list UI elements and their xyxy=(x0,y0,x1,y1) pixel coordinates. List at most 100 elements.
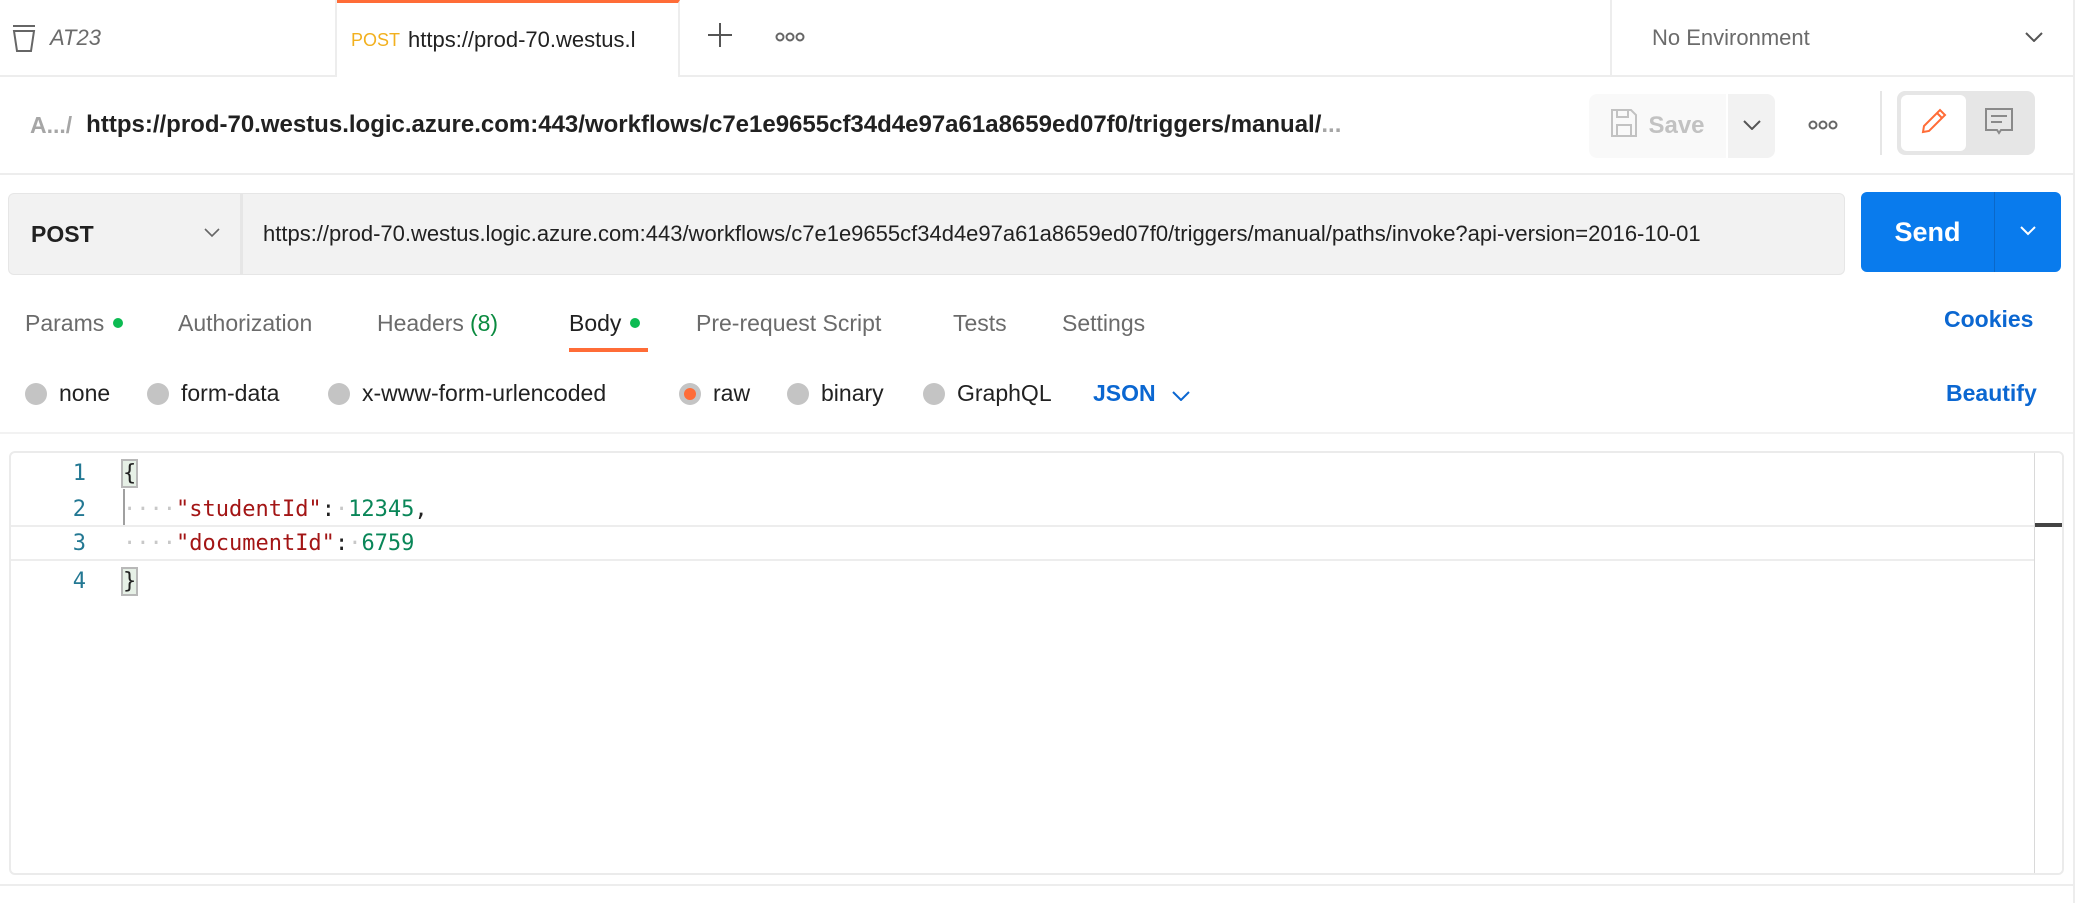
tab-label: Headers xyxy=(377,309,464,336)
status-dot xyxy=(113,318,124,328)
divider xyxy=(0,432,2073,434)
method-select[interactable]: POST xyxy=(8,193,241,275)
code-line: 2 ····"studentId":·12345, xyxy=(11,491,2037,527)
comment-icon xyxy=(1984,106,2014,141)
code-content: ····"studentId":·12345, xyxy=(123,497,428,522)
tab-label: Authorization xyxy=(178,309,313,336)
tab-options-button[interactable] xyxy=(760,0,820,75)
active-tab-indicator xyxy=(569,348,648,352)
whitespace: ···· xyxy=(123,530,176,556)
tab-method: POST xyxy=(351,29,401,50)
json-value: 6759 xyxy=(361,530,415,556)
request-name-ellipsis: ... xyxy=(1321,111,1342,138)
code-line-current: 3 ····"documentId":·6759 xyxy=(11,525,2037,561)
tab-pre-request-script[interactable]: Pre-request Script xyxy=(696,306,881,340)
tab-request-active[interactable]: POST https://prod-70.westus.l xyxy=(337,0,680,77)
body-format-label: JSON xyxy=(1093,380,1156,406)
body-type-raw[interactable]: raw xyxy=(679,380,750,407)
send-options-button[interactable] xyxy=(1995,192,2061,272)
tab-authorization[interactable]: Authorization xyxy=(178,306,312,340)
tab-label: Body xyxy=(569,309,622,336)
body-type-form-data[interactable]: form-data xyxy=(147,380,279,407)
tab-fade xyxy=(648,3,678,77)
radio-label: raw xyxy=(713,380,751,406)
request-name[interactable]: https://prod-70.westus.logic.azure.com:4… xyxy=(86,111,1321,139)
body-type-urlencoded[interactable]: x-www-form-urlencoded xyxy=(328,380,606,407)
url-input[interactable]: https://prod-70.westus.logic.azure.com:4… xyxy=(241,193,1845,275)
tab-settings[interactable]: Settings xyxy=(1062,306,1145,340)
environment-select[interactable]: No Environment xyxy=(1610,0,2073,75)
tab-bar: AT23 POST https://prod-70.westus.l No En… xyxy=(0,0,2073,77)
radio-button[interactable] xyxy=(923,382,945,405)
body-editor[interactable]: 1 { 2 ····"studentId":·12345, 3 ····"doc… xyxy=(9,451,2064,875)
whitespace: · xyxy=(348,530,362,556)
chevron-down-icon xyxy=(1171,380,1190,407)
chevron-down-icon xyxy=(1742,117,1761,135)
chevron-down-icon xyxy=(204,225,220,243)
editor-scrollbar[interactable] xyxy=(2034,453,2062,873)
radio-label: binary xyxy=(821,380,884,406)
divider xyxy=(0,884,2073,886)
url-text: https://prod-70.westus.logic.azure.com:4… xyxy=(263,221,1701,246)
line-number: 1 xyxy=(72,460,86,486)
chevron-down-icon xyxy=(2020,223,2036,241)
save-label: Save xyxy=(1648,112,1705,139)
cursor-position-marker xyxy=(2035,523,2062,527)
body-format-select[interactable]: JSON xyxy=(1093,380,1190,407)
radio-button-selected[interactable] xyxy=(679,382,701,405)
radio-button[interactable] xyxy=(787,382,809,405)
more-horizontal-icon xyxy=(775,29,805,47)
body-type-none[interactable]: none xyxy=(25,380,110,407)
body-type-binary[interactable]: binary xyxy=(787,380,884,407)
radio-button[interactable] xyxy=(25,382,47,405)
radio-label: GraphQL xyxy=(957,380,1052,406)
cookies-link[interactable]: Cookies xyxy=(1944,306,2033,333)
tab-collection[interactable]: AT23 xyxy=(0,0,337,75)
environment-label: No Environment xyxy=(1652,24,1810,50)
chevron-down-icon xyxy=(2025,29,2043,47)
radio-label: none xyxy=(59,380,111,406)
breadcrumb-collection[interactable]: A.../ xyxy=(30,112,72,139)
method-label: POST xyxy=(31,220,94,247)
beautify-button[interactable]: Beautify xyxy=(1946,380,2037,407)
code-line: 4 } xyxy=(11,563,2037,599)
body-type-graphql[interactable]: GraphQL xyxy=(923,380,1052,407)
line-number: 2 xyxy=(72,496,86,522)
tab-url: https://prod-70.westus.l xyxy=(408,27,636,52)
more-horizontal-icon xyxy=(1808,117,1838,135)
edit-mode-button[interactable] xyxy=(1901,95,1966,151)
code-line: 1 { xyxy=(11,455,2037,491)
tab-label: Tests xyxy=(953,309,1007,336)
send-button[interactable]: Send xyxy=(1861,192,1995,272)
tab-body[interactable]: Body xyxy=(569,306,641,340)
json-colon: : xyxy=(321,496,335,522)
pencil-icon xyxy=(1919,106,1949,141)
json-key: "documentId" xyxy=(175,530,335,556)
view-mode-toggle xyxy=(1897,91,2035,155)
radio-button[interactable] xyxy=(328,382,350,405)
tab-label: Settings xyxy=(1062,309,1146,336)
tab-params[interactable]: Params xyxy=(25,306,124,340)
collection-name: AT23 xyxy=(50,24,101,50)
radio-button[interactable] xyxy=(147,382,169,405)
body-type-selector: none form-data x-www-form-urlencoded raw… xyxy=(0,370,2073,426)
save-button[interactable]: Save xyxy=(1589,94,1726,158)
bracket-match: { xyxy=(120,458,139,488)
tab-label: Params xyxy=(25,309,105,336)
tab-tests[interactable]: Tests xyxy=(953,306,1007,340)
json-colon: : xyxy=(334,530,349,556)
request-tabs: Params Authorization Headers (8) Body Pr… xyxy=(0,298,2073,358)
comments-button[interactable] xyxy=(1966,95,2031,151)
save-options-button[interactable] xyxy=(1728,94,1775,158)
tab-headers[interactable]: Headers (8) xyxy=(377,306,498,340)
save-group: Save xyxy=(1589,94,1775,158)
json-key: "studentId" xyxy=(175,496,322,522)
request-more-button[interactable] xyxy=(1800,107,1846,145)
line-number: 4 xyxy=(72,568,86,594)
request-header: A.../ https://prod-70.westus.logic.azure… xyxy=(0,77,2073,175)
whitespace: ···· xyxy=(123,496,176,522)
status-dot xyxy=(630,318,641,328)
tab-label: Pre-request Script xyxy=(696,309,882,336)
new-tab-button[interactable] xyxy=(680,0,760,75)
code-content: { xyxy=(120,458,139,488)
